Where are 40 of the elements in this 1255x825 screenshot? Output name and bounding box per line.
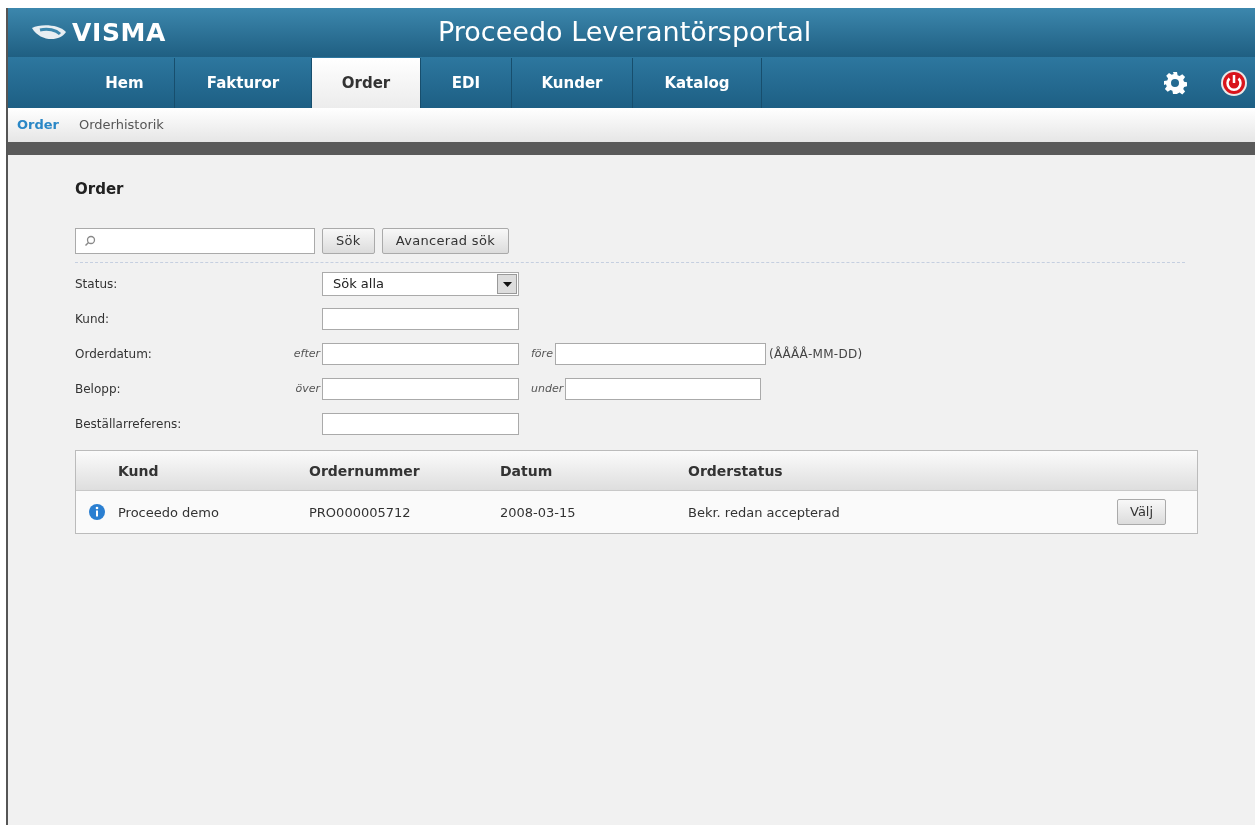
column-header: Datum [500,462,553,479]
search-field[interactable] [75,228,315,254]
select-button[interactable]: Välj [1117,499,1167,525]
range-label: före [531,345,553,362]
range-label: över [295,380,320,397]
range-label: under [531,380,564,397]
page-title: Order [75,179,125,198]
field-label: Status: [75,276,118,293]
search-button[interactable]: Avancerad sök [381,228,510,254]
settings-icon[interactable] [1163,71,1187,95]
search-button[interactable]: Sök [322,228,375,254]
sub-nav-link[interactable]: Orderhistorik [79,115,164,135]
column-header: Kund [118,462,159,479]
status-dropdown[interactable]: Sök alla [322,272,519,296]
input-field[interactable] [565,378,762,400]
range-label: efter [293,345,320,362]
table-cell: Proceedo demo [118,505,219,520]
table-cell: PRO000005712 [309,505,411,520]
field-label: Beställarreferens: [75,416,182,433]
field-label: Orderdatum: [75,346,152,363]
caret-icon [502,281,512,287]
input-field[interactable] [322,308,519,330]
field-label: Belopp: [75,381,121,398]
logo-text: VISMA [72,16,166,49]
input-field[interactable] [322,378,519,400]
table-cell: 2008-03-15 [500,505,576,520]
date-format-hint: (ÅÅÅÅ-MM-DD) [768,345,863,363]
nav-tab[interactable]: Order [312,58,421,108]
input-field[interactable] [322,343,519,365]
column-header: Ordernummer [309,462,420,479]
info-icon[interactable] [88,503,106,521]
portal-title: Proceedo Leverantörsportal [438,15,812,50]
power-icon[interactable] [1220,69,1248,97]
column-header: Orderstatus [688,462,783,479]
input-field[interactable] [554,343,766,365]
field-label: Kund: [75,311,110,328]
table-cell: Bekr. redan accepterad [688,505,840,520]
input-field[interactable] [322,413,519,435]
search-icon [84,235,96,247]
sub-nav-link[interactable]: Order [17,115,59,135]
